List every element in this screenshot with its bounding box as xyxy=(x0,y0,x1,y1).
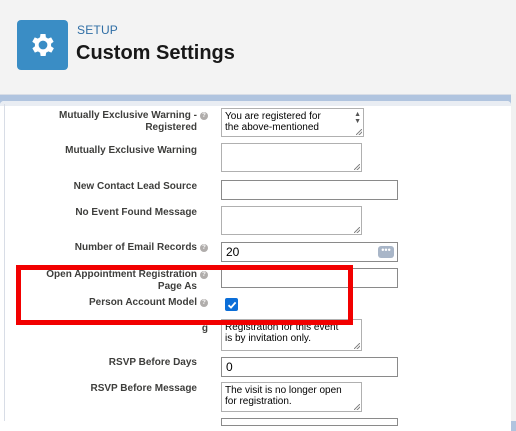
textarea-line: The visit is no longer open xyxy=(225,385,342,396)
next-field-input[interactable] xyxy=(221,418,398,426)
help-icon[interactable]: ? xyxy=(200,112,208,120)
field-label-no-event-found-message: No Event Found Message xyxy=(75,207,208,219)
mutually-exclusive-warning-textarea[interactable] xyxy=(221,143,362,172)
field-label-mutually-exclusive-warning-registered: Mutually Exclusive Warning -? Registered xyxy=(59,110,208,134)
resize-handle[interactable] xyxy=(356,129,362,135)
textarea-line: is by invitation only. xyxy=(225,333,311,344)
label-text: Number of Email Records xyxy=(74,242,197,253)
label-text: Mutually Exclusive Warning xyxy=(65,145,197,156)
textarea-line: the above-mentioned xyxy=(225,122,319,133)
field-label-new-contact-lead-source: New Contact Lead Source xyxy=(74,181,208,193)
field-label-mutually-exclusive-warning: Mutually Exclusive Warning xyxy=(65,145,208,157)
rsvp-before-message-textarea[interactable]: The visit is no longer open for registra… xyxy=(221,382,362,412)
scrollbar[interactable] xyxy=(511,94,516,421)
mutually-exclusive-warning-registered-textarea[interactable]: You are registered for the above-mention… xyxy=(221,108,364,137)
field-label-rsvp-before-message: RSVP Before Message xyxy=(90,383,208,395)
more-options-icon[interactable]: ••• xyxy=(378,246,394,258)
breadcrumb: SETUP xyxy=(77,23,119,37)
help-icon[interactable]: ? xyxy=(200,244,208,252)
label-text: No Event Found Message xyxy=(75,207,197,218)
panel-top-edge xyxy=(0,101,511,106)
input-value: 20 xyxy=(226,245,240,259)
page-header: SETUP Custom Settings xyxy=(0,0,516,95)
resize-handle[interactable] xyxy=(354,343,360,349)
label-text: Registered xyxy=(145,122,197,133)
input-value: 0 xyxy=(226,360,233,374)
field-label-number-of-email-records: Number of Email Records? xyxy=(75,242,208,254)
label-text: New Contact Lead Source xyxy=(73,181,197,192)
page-title: Custom Settings xyxy=(76,42,235,64)
gear-icon xyxy=(17,20,68,70)
new-contact-lead-source-input[interactable] xyxy=(221,180,398,200)
label-text: RSVP Before Days xyxy=(108,357,197,368)
textarea-line: for registration. xyxy=(225,396,292,407)
field-label-rsvp-before-days: RSVP Before Days xyxy=(109,357,208,369)
textarea-scroll-arrows[interactable]: ▲ ▼ xyxy=(354,111,361,125)
rsvp-before-days-input[interactable]: 0 xyxy=(221,357,398,377)
resize-handle[interactable] xyxy=(354,404,360,410)
no-event-found-message-textarea[interactable] xyxy=(221,206,362,235)
resize-handle[interactable] xyxy=(354,164,360,170)
label-text: Mutually Exclusive Warning - xyxy=(59,110,197,121)
number-of-email-records-input[interactable]: 20 ••• xyxy=(221,242,398,262)
highlight-annotation xyxy=(16,265,353,325)
textarea-line: You are registered for xyxy=(225,111,321,122)
panel-left-border xyxy=(4,104,5,421)
resize-handle[interactable] xyxy=(354,227,360,233)
label-text: RSVP Before Message xyxy=(90,383,197,394)
